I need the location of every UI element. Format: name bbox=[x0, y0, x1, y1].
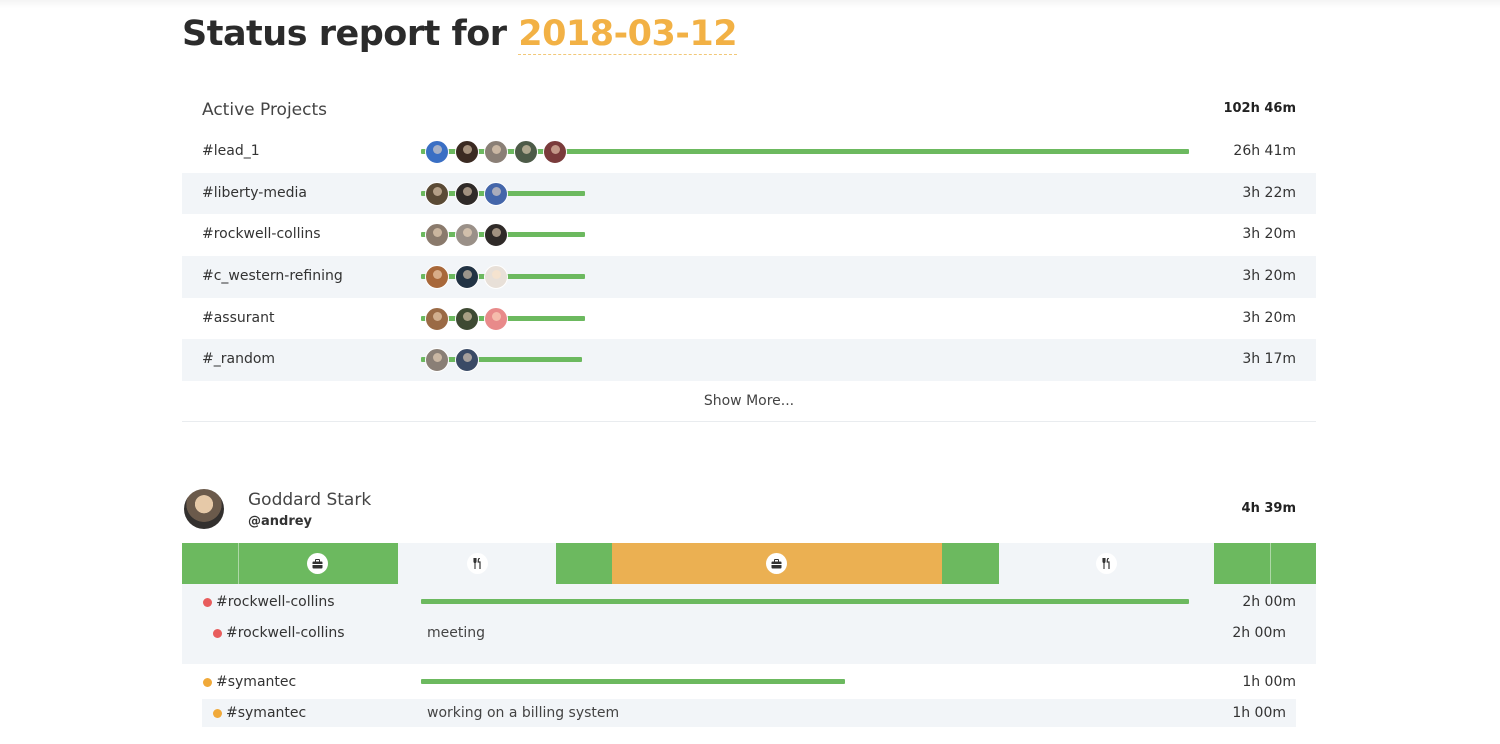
entry-project-name[interactable]: #rockwell-collins bbox=[216, 594, 335, 610]
avatar[interactable] bbox=[454, 181, 479, 206]
avatar[interactable] bbox=[454, 306, 479, 331]
avatar[interactable] bbox=[425, 140, 449, 164]
avatar[interactable] bbox=[425, 265, 449, 290]
project-name[interactable]: #assurant bbox=[202, 310, 274, 326]
project-bar-track bbox=[421, 173, 1201, 215]
task-time: 1h 00m bbox=[1232, 705, 1286, 721]
avatar[interactable] bbox=[425, 348, 449, 373]
avatar[interactable] bbox=[425, 223, 449, 248]
avatar[interactable] bbox=[454, 265, 479, 290]
user-entries: #rockwell-collins 2h 00m #rockwell-collins… bbox=[182, 584, 1316, 734]
entry-time: 2h 00m bbox=[1242, 594, 1296, 610]
active-projects-header: Active Projects 102h 46m bbox=[182, 90, 1316, 131]
project-time: 3h 20m bbox=[1242, 309, 1296, 326]
project-row[interactable]: #_random 3h 17m bbox=[182, 339, 1316, 382]
entry-project-name[interactable]: #symantec bbox=[216, 674, 296, 690]
project-time: 3h 17m bbox=[1242, 351, 1296, 368]
project-name[interactable]: #c_western-refining bbox=[202, 268, 343, 284]
active-projects-panel: Active Projects 102h 46m #lead_1 26h 41m #… bbox=[182, 90, 1316, 423]
entry-time-bar bbox=[421, 679, 845, 684]
project-bar-track bbox=[421, 214, 1201, 256]
timeline-divider bbox=[1270, 543, 1271, 584]
briefcase-icon bbox=[307, 553, 328, 574]
project-name[interactable]: #rockwell-collins bbox=[202, 226, 321, 242]
task-project-name[interactable]: #symantec bbox=[226, 705, 306, 721]
project-time: 26h 41m bbox=[1233, 143, 1296, 159]
avatar[interactable] bbox=[513, 140, 538, 164]
top-shadow bbox=[0, 0, 1500, 8]
project-list: #lead_1 26h 41m #liberty-media 3h 22m #rockw… bbox=[182, 131, 1316, 382]
active-projects-total: 102h 46m bbox=[1223, 101, 1296, 116]
avatar[interactable] bbox=[484, 140, 508, 164]
task-description: working on a billing system bbox=[427, 705, 620, 721]
project-row[interactable]: #lead_1 26h 41m bbox=[182, 131, 1316, 173]
page-title: Status report for 2018-03-12 bbox=[182, 14, 738, 55]
entry-task-inner: #rockwell-collins meeting 2h 00m bbox=[202, 619, 1296, 664]
avatar[interactable] bbox=[454, 140, 479, 164]
task-time: 2h 00m bbox=[1232, 625, 1286, 641]
entry-time: 1h 00m bbox=[1242, 674, 1296, 690]
project-avatars bbox=[425, 181, 514, 206]
project-avatars bbox=[425, 265, 514, 290]
user-total-time: 4h 39m bbox=[1241, 501, 1296, 516]
project-time: 3h 22m bbox=[1242, 184, 1296, 201]
project-row[interactable]: #c_western-refining 3h 20m bbox=[182, 256, 1316, 298]
entry-project-row[interactable]: #symantec 1h 00m bbox=[182, 664, 1316, 699]
entry-task-row[interactable]: #symantec working on a billing system 1h 0… bbox=[182, 699, 1316, 734]
task-project-name[interactable]: #rockwell-collins bbox=[226, 625, 345, 641]
project-color-dot bbox=[203, 598, 212, 607]
fork-knife-icon bbox=[467, 553, 488, 574]
avatar[interactable] bbox=[454, 223, 479, 248]
project-name[interactable]: #liberty-media bbox=[202, 185, 307, 201]
timeline-work-segment[interactable] bbox=[556, 543, 612, 584]
entry-project-row[interactable]: #rockwell-collins 2h 00m bbox=[182, 584, 1316, 619]
project-bar-track bbox=[421, 131, 1201, 173]
user-avatar[interactable] bbox=[184, 489, 224, 529]
avatar[interactable] bbox=[543, 140, 567, 164]
fork-knife-icon bbox=[1096, 553, 1117, 574]
project-color-dot bbox=[203, 678, 212, 687]
project-name[interactable]: #lead_1 bbox=[202, 143, 260, 159]
entry-time-bar bbox=[421, 599, 1189, 604]
project-color-dot bbox=[213, 709, 222, 718]
briefcase-icon bbox=[766, 553, 787, 574]
avatar[interactable] bbox=[425, 181, 449, 206]
project-avatars bbox=[425, 223, 514, 248]
project-avatars bbox=[425, 348, 484, 373]
project-row[interactable]: #rockwell-collins 3h 20m bbox=[182, 214, 1316, 256]
project-bar-track bbox=[421, 298, 1201, 340]
user-name: Goddard Stark bbox=[248, 490, 372, 510]
project-name[interactable]: #_random bbox=[202, 351, 275, 367]
timeline-divider bbox=[238, 543, 239, 584]
day-timeline bbox=[182, 543, 1316, 584]
avatar[interactable] bbox=[484, 223, 508, 248]
project-bar-track bbox=[421, 256, 1201, 298]
show-more-button[interactable]: Show More... bbox=[182, 381, 1316, 423]
report-date[interactable]: 2018-03-12 bbox=[518, 14, 738, 55]
avatar[interactable] bbox=[484, 265, 508, 290]
project-time: 3h 20m bbox=[1242, 268, 1296, 285]
timeline-work-segment[interactable] bbox=[942, 543, 999, 584]
user-handle: @andrey bbox=[248, 514, 313, 529]
entry-task-row[interactable]: #rockwell-collins meeting 2h 00m bbox=[182, 619, 1316, 664]
title-prefix: Status report for bbox=[182, 14, 507, 54]
project-bar-track bbox=[421, 339, 1201, 381]
project-avatars bbox=[425, 306, 514, 331]
project-row[interactable]: #liberty-media 3h 22m bbox=[182, 172, 1316, 215]
project-time: 3h 20m bbox=[1242, 226, 1296, 243]
avatar[interactable] bbox=[484, 181, 508, 206]
project-avatars bbox=[425, 140, 573, 164]
project-row[interactable]: #assurant 3h 20m bbox=[182, 298, 1316, 340]
active-projects-title: Active Projects bbox=[202, 100, 328, 120]
project-color-dot bbox=[213, 629, 222, 638]
timeline-work-segment[interactable] bbox=[182, 543, 398, 584]
avatar[interactable] bbox=[484, 306, 508, 331]
timeline-work-segment[interactable] bbox=[1214, 543, 1316, 584]
entry-task-inner: #symantec working on a billing system 1h 0… bbox=[202, 699, 1296, 727]
task-description: meeting bbox=[427, 625, 486, 641]
avatar[interactable] bbox=[425, 306, 449, 331]
avatar[interactable] bbox=[454, 348, 479, 373]
